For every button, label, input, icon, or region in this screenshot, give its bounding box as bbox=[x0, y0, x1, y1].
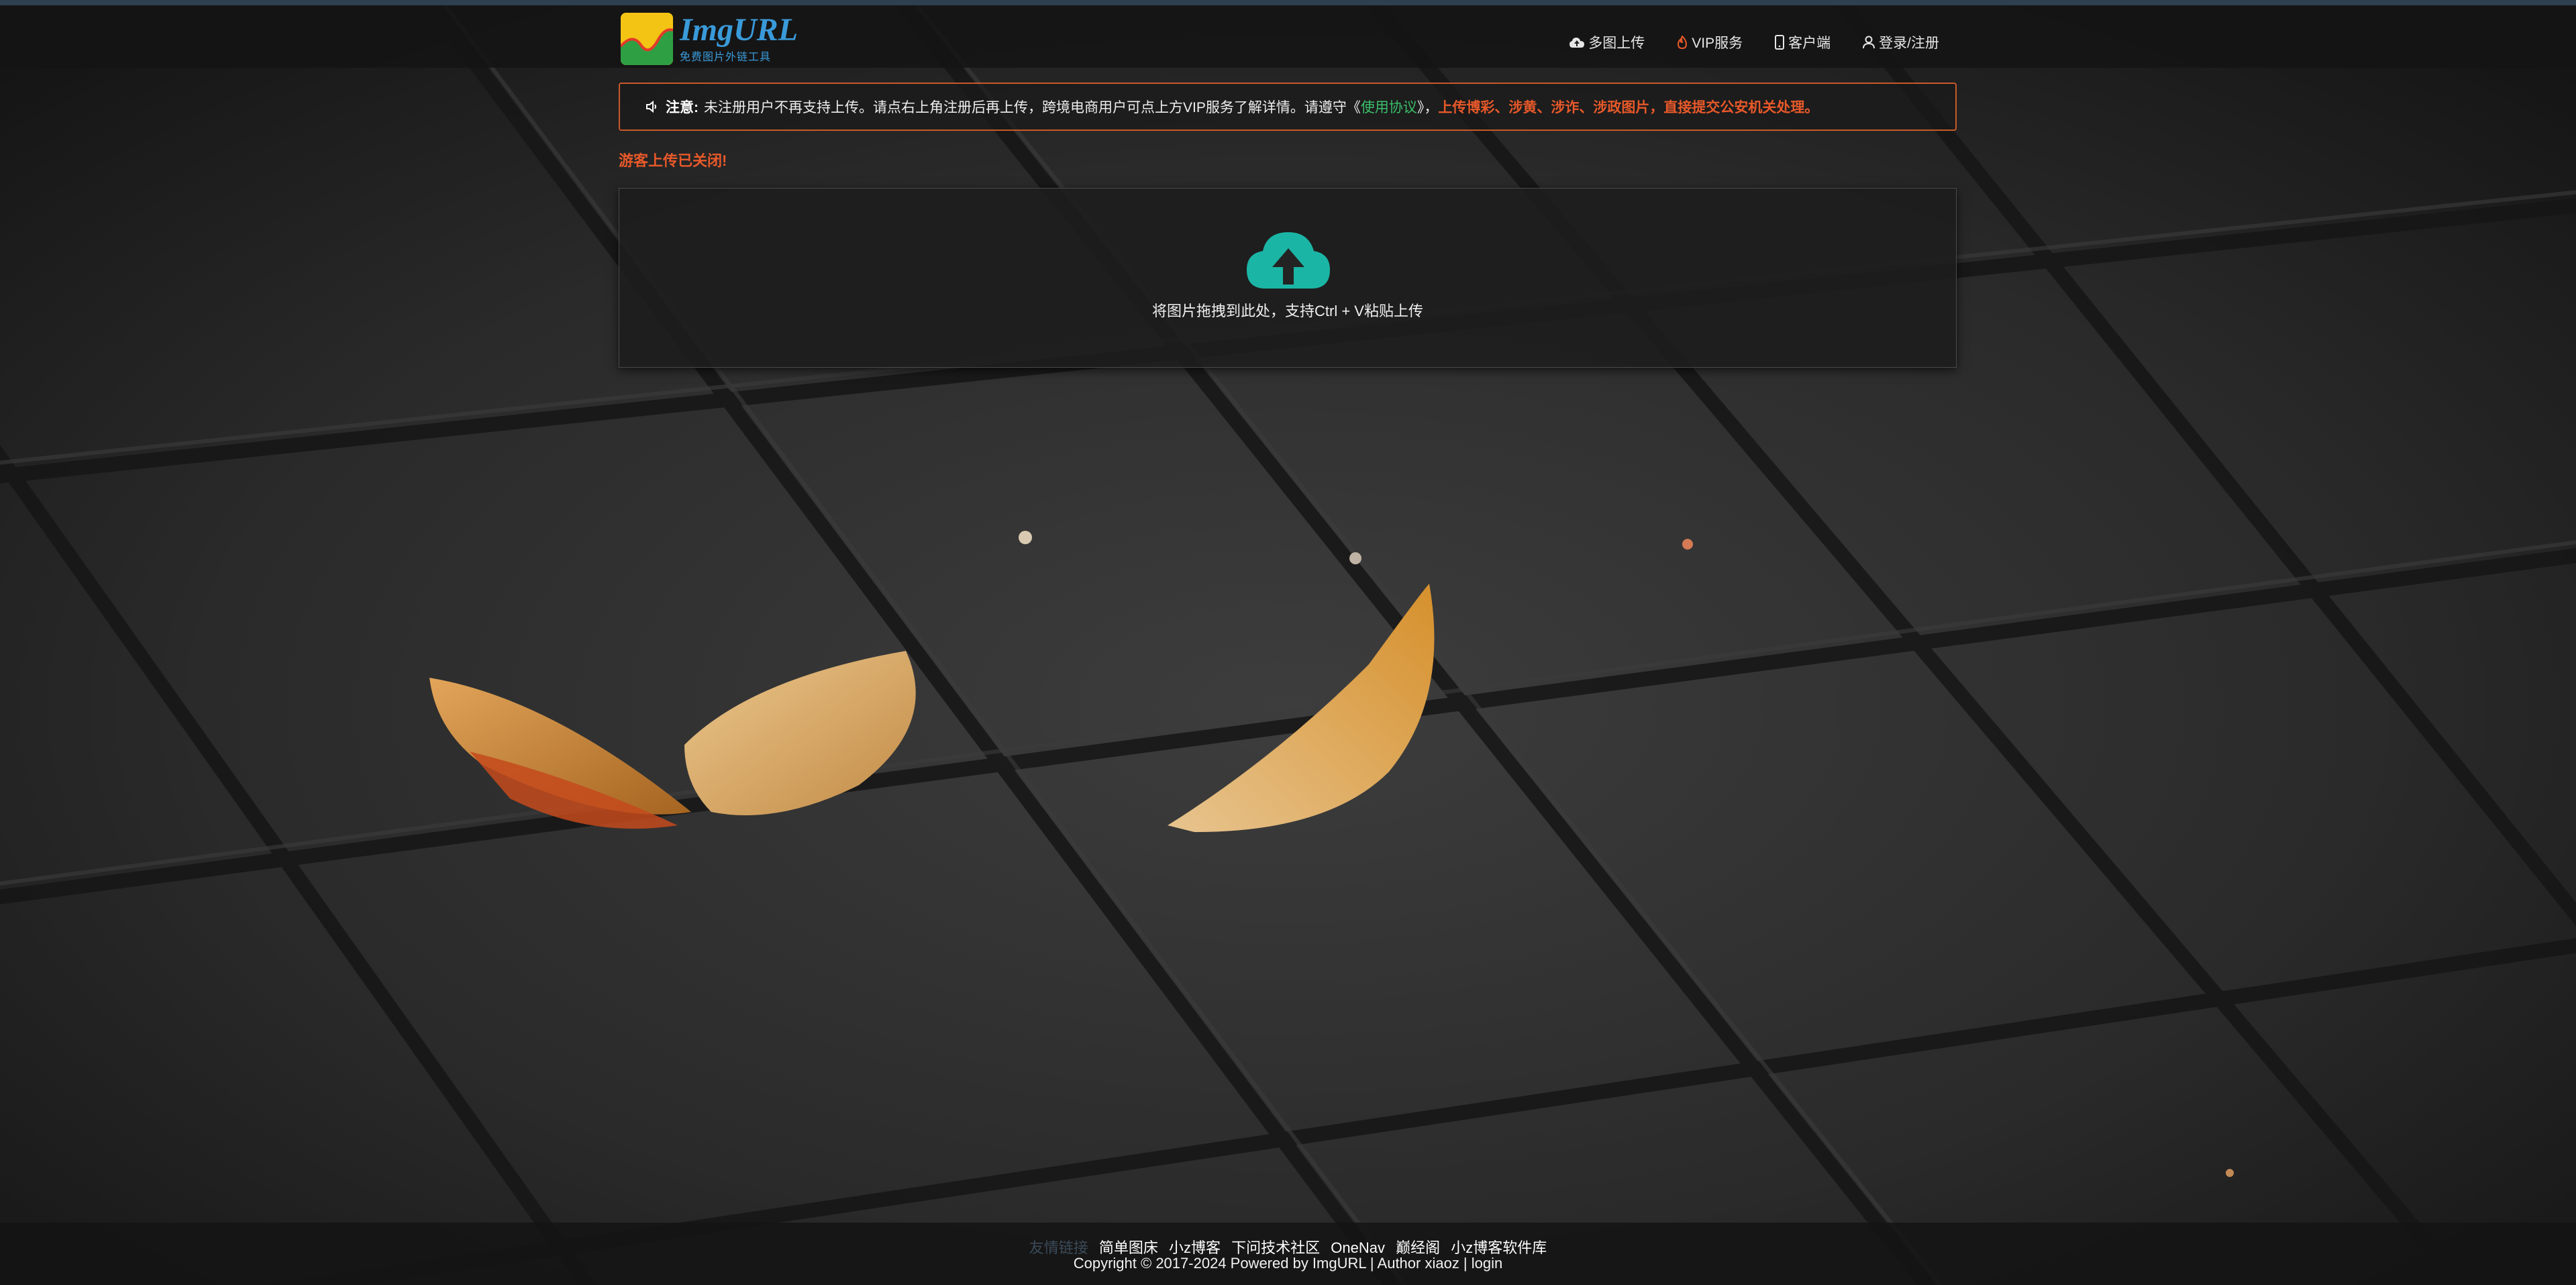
nav-client[interactable]: 客户端 bbox=[1775, 32, 1831, 52]
guest-upload-closed-message: 游客上传已关闭! bbox=[619, 152, 727, 169]
nav-vip-label: VIP服务 bbox=[1692, 35, 1743, 51]
cloud-upload-icon bbox=[1247, 232, 1330, 289]
nav-multi-upload-label: 多图上传 bbox=[1588, 35, 1645, 51]
logo-icon bbox=[621, 13, 673, 65]
friend-link[interactable]: 小z博客 bbox=[1169, 1239, 1221, 1256]
notice-warning: 上传博彩、涉黄、涉诈、涉政图片，直接提交公安机关处理。 bbox=[1438, 100, 1819, 115]
top-accent-line bbox=[0, 0, 2576, 5]
nav-login[interactable]: 登录/注册 bbox=[1863, 32, 1939, 52]
notice-banner: 注意: 未注册用户不再支持上传。请点右上角注册后再上传，跨境电商用户可点上方VI… bbox=[619, 83, 1957, 131]
nav-multi-upload[interactable]: 多图上传 bbox=[1569, 32, 1645, 52]
friend-links-label: 友情链接 bbox=[1029, 1239, 1088, 1256]
logo-title: ImgURL bbox=[680, 12, 798, 48]
nav-login-label: 登录/注册 bbox=[1879, 35, 1939, 51]
copyright: Copyright © 2017-2024 Powered by ImgURL … bbox=[1073, 1255, 1503, 1272]
nav-vip[interactable]: VIP服务 bbox=[1677, 32, 1743, 52]
mobile-icon bbox=[1775, 34, 1785, 50]
notice-text: 未注册用户不再支持上传。请点右上角注册后再上传，跨境电商用户可点上方VIP服务了… bbox=[704, 100, 1361, 115]
friend-link[interactable]: OneNav bbox=[1331, 1239, 1385, 1256]
nav-client-label: 客户端 bbox=[1788, 35, 1831, 51]
speaker-icon bbox=[646, 100, 660, 113]
navbar: ImgURL 免费图片外链工具 多图上传 VIP服务 客户端 登录/注册 bbox=[0, 5, 2576, 68]
cloud-upload-icon bbox=[1569, 37, 1585, 48]
friend-link[interactable]: 小z博客软件库 bbox=[1451, 1239, 1547, 1256]
upload-hint: 将图片拖拽到此处，支持Ctrl + V粘贴上传 bbox=[1152, 303, 1423, 319]
site-logo[interactable]: ImgURL 免费图片外链工具 bbox=[621, 12, 798, 66]
friend-link[interactable]: 巅经阁 bbox=[1396, 1239, 1440, 1256]
user-icon bbox=[1863, 36, 1875, 48]
notice-label: 注意: bbox=[666, 100, 699, 115]
agreement-link[interactable]: 使用协议 bbox=[1361, 97, 1417, 117]
friend-link[interactable]: 简单图床 bbox=[1099, 1239, 1158, 1256]
notice-text-after: 》， bbox=[1416, 100, 1439, 115]
logo-tagline: 免费图片外链工具 bbox=[680, 52, 772, 63]
main-nav: 多图上传 VIP服务 客户端 登录/注册 bbox=[1569, 11, 1939, 73]
friend-link[interactable]: 下问技术社区 bbox=[1231, 1239, 1320, 1256]
fire-icon bbox=[1678, 35, 1688, 49]
